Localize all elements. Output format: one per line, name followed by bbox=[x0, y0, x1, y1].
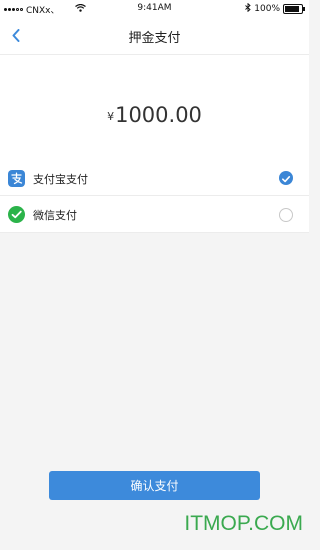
page-title: 押金支付 bbox=[128, 31, 181, 46]
checkmark-icon[interactable] bbox=[279, 171, 293, 185]
battery-fill bbox=[285, 6, 299, 12]
alipay-icon bbox=[8, 170, 25, 187]
payment-methods: 支付宝支付 微信支付 bbox=[0, 160, 309, 233]
payment-method-wechat[interactable]: 微信支付 bbox=[0, 196, 309, 232]
amount-value: 1000.00 bbox=[115, 103, 202, 127]
radio-unselected[interactable] bbox=[279, 208, 293, 222]
payment-amount: ¥1000.00 bbox=[0, 103, 309, 127]
bluetooth-icon bbox=[245, 2, 251, 15]
battery-percent: 100% bbox=[254, 4, 280, 14]
nav-bar: 押金支付 bbox=[0, 18, 309, 55]
wechat-label: 微信支付 bbox=[33, 209, 77, 222]
currency-symbol: ¥ bbox=[107, 110, 115, 123]
wechat-icon bbox=[8, 206, 25, 223]
status-right: 100% bbox=[245, 2, 305, 15]
status-bar: CNXx、 9:41AM 100% bbox=[0, 0, 309, 18]
battery-icon bbox=[283, 4, 305, 14]
amount-panel: ¥1000.00 bbox=[0, 55, 309, 160]
alipay-label: 支付宝支付 bbox=[33, 173, 88, 186]
watermark: ITMOP.COM bbox=[184, 512, 303, 535]
payment-method-alipay[interactable]: 支付宝支付 bbox=[0, 160, 309, 196]
confirm-payment-button[interactable]: 确认支付 bbox=[49, 471, 260, 500]
